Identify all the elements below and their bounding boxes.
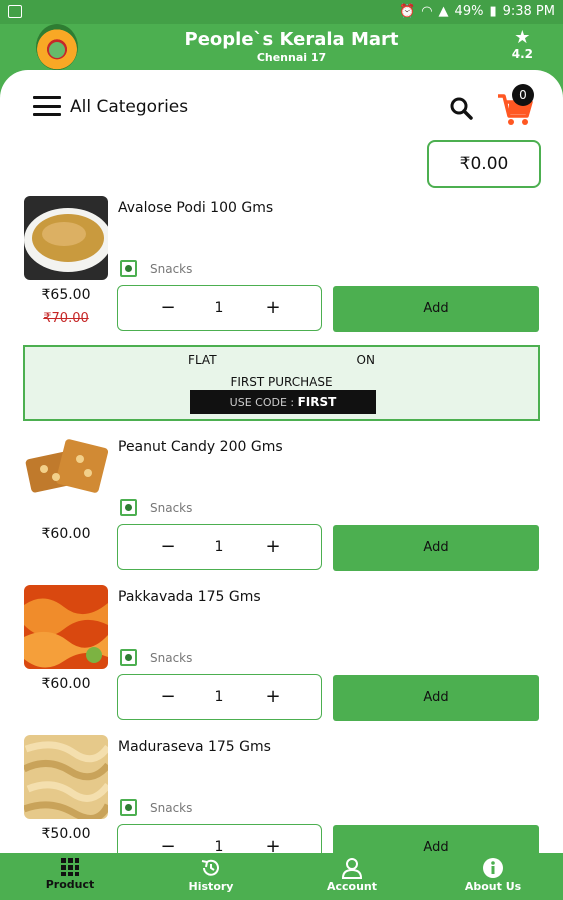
product-price: ₹65.00 <box>41 287 91 303</box>
product-card: Peanut Candy 200 Gms Snacks ₹60.00 − 1 +… <box>0 435 563 575</box>
product-name[interactable]: Avalose Podi 100 Gms <box>118 200 273 216</box>
cart-count-badge: 0 <box>512 84 534 106</box>
nav-about-us-label: About Us <box>464 880 522 893</box>
bottom-navigation: Product History Account About Us <box>0 853 563 900</box>
nav-account[interactable]: Account <box>302 853 402 900</box>
status-bar: ⏰ ◠ ▲ 49% ▮ 9:38 PM <box>0 0 563 24</box>
increment-button[interactable]: + <box>248 675 298 719</box>
quantity-stepper: − 1 + <box>117 524 322 570</box>
clock: 9:38 PM <box>502 4 555 19</box>
app-bar: People`s Kerala Mart Chennai 17 ★ 4.2 <box>0 24 563 74</box>
star-icon: ★ <box>514 27 531 48</box>
veg-icon <box>120 499 137 516</box>
product-price: ₹60.00 <box>41 526 91 542</box>
store-location: Chennai 17 <box>256 51 327 64</box>
quantity-value: 1 <box>214 839 224 853</box>
category-label[interactable]: All Categories <box>70 97 188 117</box>
veg-icon <box>120 260 137 277</box>
product-image <box>24 585 108 669</box>
category-toolbar: All Categories 0 <box>0 70 563 140</box>
product-image <box>24 435 108 519</box>
increment-button[interactable]: + <box>248 525 298 569</box>
wifi-icon: ◠ <box>421 4 433 19</box>
nav-history-label: History <box>188 880 234 893</box>
nav-product[interactable]: Product <box>20 853 120 900</box>
offer-flat: FLAT <box>188 353 217 367</box>
product-image <box>24 196 108 280</box>
product-category: Snacks <box>150 501 193 515</box>
decrement-button[interactable]: − <box>143 825 193 853</box>
alarm-icon: ⏰ <box>399 4 416 19</box>
add-button[interactable]: Add <box>333 525 539 571</box>
product-card: Maduraseva 175 Gms Snacks ₹50.00 − 1 + A… <box>0 735 563 853</box>
quantity-value: 1 <box>214 539 224 555</box>
offer-condition: FIRST PURCHASE <box>230 375 333 389</box>
offer-banner[interactable]: FLAT ON FIRST PURCHASE USE CODE : FIRST <box>23 345 540 421</box>
quantity-stepper: − 1 + <box>117 674 322 720</box>
account-icon <box>341 858 363 879</box>
product-category: Snacks <box>150 262 193 276</box>
nav-account-label: Account <box>326 880 378 893</box>
product-mrp: ₹70.00 <box>43 311 89 326</box>
quantity-stepper: − 1 + <box>117 285 322 331</box>
product-price: ₹60.00 <box>41 676 91 692</box>
increment-button[interactable]: + <box>248 825 298 853</box>
decrement-button[interactable]: − <box>143 675 193 719</box>
quantity-value: 1 <box>214 689 224 705</box>
product-name[interactable]: Peanut Candy 200 Gms <box>118 439 283 455</box>
signal-icon: ▲ <box>438 4 449 19</box>
veg-icon <box>120 649 137 666</box>
info-icon <box>483 858 503 878</box>
battery-percent: 49% <box>454 4 484 19</box>
battery-icon: ▮ <box>489 4 497 19</box>
rating-badge[interactable]: ★ 4.2 <box>511 27 533 62</box>
image-notification-icon <box>8 5 22 18</box>
decrement-button[interactable]: − <box>143 525 193 569</box>
product-name[interactable]: Pakkavada 175 Gms <box>118 589 261 605</box>
nav-product-label: Product <box>45 878 95 891</box>
app-title: People`s Kerala Mart <box>184 29 399 50</box>
history-icon <box>201 859 219 876</box>
product-name[interactable]: Maduraseva 175 Gms <box>118 739 271 755</box>
increment-button[interactable]: + <box>248 286 298 330</box>
offer-on: ON <box>356 353 375 367</box>
quantity-stepper: − 1 + <box>117 824 322 853</box>
search-icon[interactable] <box>449 96 473 120</box>
coupon-label: USE CODE : <box>229 396 295 409</box>
nav-about-us[interactable]: About Us <box>443 853 543 900</box>
decrement-button[interactable]: − <box>143 286 193 330</box>
rating-value: 4.2 <box>511 47 533 61</box>
cart-total: ₹0.00 <box>427 140 541 188</box>
add-button[interactable]: Add <box>333 825 539 853</box>
add-button[interactable]: Add <box>333 675 539 721</box>
product-card: Pakkavada 175 Gms Snacks ₹60.00 − 1 + Ad… <box>0 585 563 725</box>
product-price: ₹50.00 <box>41 826 91 842</box>
add-button[interactable]: Add <box>333 286 539 332</box>
nav-history[interactable]: History <box>161 853 261 900</box>
grid-icon <box>61 858 79 876</box>
coupon-value: FIRST <box>297 395 337 409</box>
product-category: Snacks <box>150 651 193 665</box>
coupon-code: USE CODE : FIRST <box>190 390 376 414</box>
content-sheet: All Categories 0 ₹0.00 Avalose Podi 100 … <box>0 70 563 853</box>
product-card: Avalose Podi 100 Gms Snacks ₹65.00 ₹70.0… <box>0 196 563 336</box>
menu-button[interactable] <box>33 96 61 116</box>
veg-icon <box>120 799 137 816</box>
quantity-value: 1 <box>214 300 224 316</box>
product-image <box>24 735 108 819</box>
product-category: Snacks <box>150 801 193 815</box>
